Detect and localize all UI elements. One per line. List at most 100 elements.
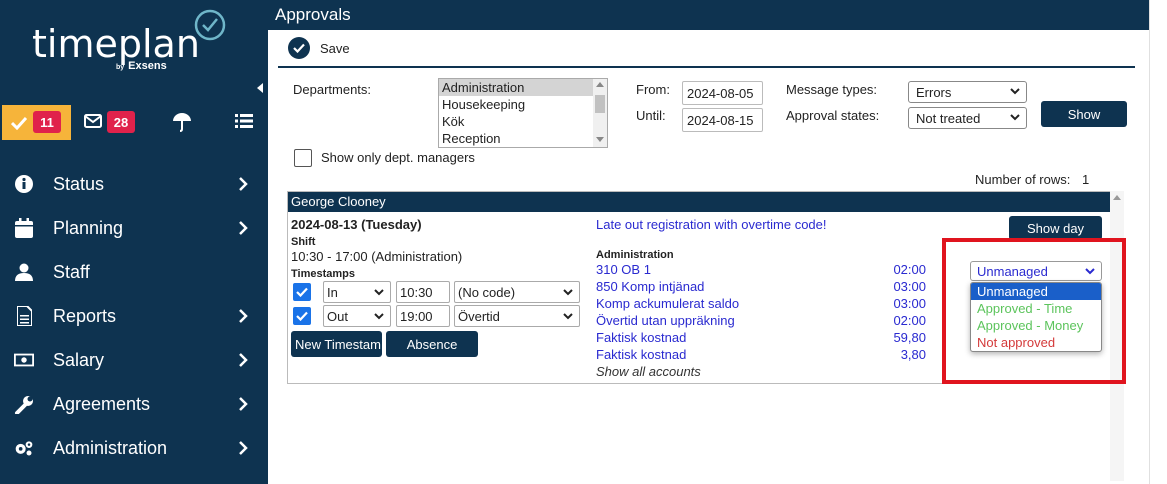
mail-icon[interactable] [84,114,102,128]
collapse-sidebar-icon[interactable] [257,83,263,93]
scroll-up-icon[interactable] [596,82,604,87]
messages-count-badge: 28 [107,111,135,133]
option-approved-time[interactable]: Approved - Time [971,300,1101,317]
show-all-accounts-link[interactable]: Show all accounts [596,364,701,379]
message-link[interactable]: Late out registration with overtime code… [596,217,827,232]
chevron-down-icon [1010,114,1020,121]
rows-count: 1 [1082,172,1090,187]
chevron-down-icon [1010,88,1020,95]
chevron-right-icon [239,309,248,323]
only-managers-checkbox[interactable] [294,149,312,167]
direction-select[interactable]: In [323,281,391,303]
nav-item-administration[interactable]: Administration [0,426,268,470]
check-icon [296,311,308,321]
account-row[interactable]: Komp ackumulerat saldo 03:00 [596,296,926,313]
wrench-icon [14,394,34,414]
page-scrollbar[interactable] [1149,0,1167,484]
nav-item-reports[interactable]: Reports [0,294,268,338]
money-icon [14,350,34,370]
chevron-down-icon [563,313,573,320]
department-option[interactable]: Reception [439,130,607,147]
scroll-thumb[interactable] [595,95,605,113]
chevron-right-icon [239,441,248,455]
option-unmanaged[interactable]: Unmanaged [971,283,1101,300]
nav-item-agreements[interactable]: Agreements [0,382,268,426]
approval-states-select[interactable]: Not treated [908,107,1027,129]
code-select[interactable]: (No code) [454,281,580,303]
option-approved-money[interactable]: Approved - Money [971,317,1101,334]
cogs-icon [14,438,34,458]
departments-listbox[interactable]: Administration Housekeeping Kök Receptio… [438,78,608,148]
chevron-down-icon [374,313,384,320]
until-label: Until: [636,108,666,123]
show-button[interactable]: Show [1041,101,1127,127]
nav-item-staff[interactable]: Staff [0,250,268,294]
account-row[interactable]: Övertid utan uppräkning 02:00 [596,313,926,330]
only-managers-label: Show only dept. managers [321,150,475,165]
accounts-header: Administration [596,249,674,261]
scroll-up-icon[interactable] [1113,195,1121,200]
timestamps-label: Timestamps [291,268,355,280]
account-row[interactable]: Faktisk kostnad 59,80 [596,330,926,347]
user-icon [14,262,34,282]
save-button[interactable]: Save [288,36,350,60]
message-types-label: Message types: [786,82,878,97]
main-nav: Status Planning Staff Reports Salary Agr… [0,162,268,470]
rows-label: Number of rows: [975,172,1071,187]
shift-date: 2024-08-13 (Tuesday) [291,217,422,232]
department-option[interactable]: Kök [439,113,607,130]
from-date-input[interactable]: 2024-08-05 [682,81,763,105]
chevron-right-icon [239,397,248,411]
time-input[interactable]: 19:00 [396,305,450,327]
clock-icon [194,9,226,41]
code-select[interactable]: Övertid [454,305,580,327]
calendar-icon [14,218,34,238]
umbrella-icon[interactable] [172,112,192,132]
option-not-approved[interactable]: Not approved [971,334,1101,351]
time-input[interactable]: 10:30 [396,281,450,303]
show-day-button[interactable]: Show day [1009,216,1102,240]
info-circle-icon [14,174,34,194]
check-icon [11,116,27,130]
approval-state-options: Unmanaged Approved - Time Approved - Mon… [970,282,1102,352]
departments-label: Departments: [293,82,372,97]
from-label: From: [636,82,670,97]
sidebar: timeplan by Exsens 11 28 Status Planning… [0,0,268,484]
until-date-input[interactable]: 2024-08-15 [682,108,763,132]
approvals-count-badge: 11 [33,111,61,133]
nav-item-status[interactable]: Status [0,162,268,206]
account-row[interactable]: 850 Komp intjänad 03:00 [596,279,926,296]
employee-name: George Clooney [288,192,1110,212]
chevron-right-icon [239,353,248,367]
divider [278,66,1135,68]
page-title: Approvals [268,0,1149,30]
save-label: Save [320,40,350,56]
timestamp-checkbox[interactable] [293,283,311,301]
logo-sub: by Exsens [116,60,167,72]
shift-label: Shift [291,236,316,248]
chevron-down-icon [374,289,384,296]
check-icon [296,287,308,297]
scroll-down-icon[interactable] [596,137,604,142]
approval-state-select[interactable]: Unmanaged [970,261,1102,281]
message-types-select[interactable]: Errors [908,81,1027,103]
main-content: Approvals Save Departments: Administrati… [268,0,1167,484]
chevron-down-icon [563,289,573,296]
list-icon[interactable] [235,114,253,128]
department-option[interactable]: Administration [439,79,607,96]
department-option[interactable]: Housekeeping [439,96,607,113]
account-row[interactable]: 310 OB 1 02:00 [596,262,926,279]
chevron-right-icon [239,221,248,235]
check-circle-icon [288,37,310,59]
departments-scrollbar[interactable] [593,79,607,147]
direction-select[interactable]: Out [323,305,391,327]
account-row[interactable]: Faktisk kostnad 3,80 [596,347,926,364]
nav-item-planning[interactable]: Planning [0,206,268,250]
timestamp-checkbox[interactable] [293,307,311,325]
chevron-right-icon [239,177,248,191]
nav-item-salary[interactable]: Salary [0,338,268,382]
approval-states-label: Approval states: [786,108,880,123]
absence-button[interactable]: Absence [386,331,478,357]
new-timestamp-button[interactable]: New Timestam [291,331,382,357]
timeplan-logo: timeplan by Exsens [30,8,230,78]
